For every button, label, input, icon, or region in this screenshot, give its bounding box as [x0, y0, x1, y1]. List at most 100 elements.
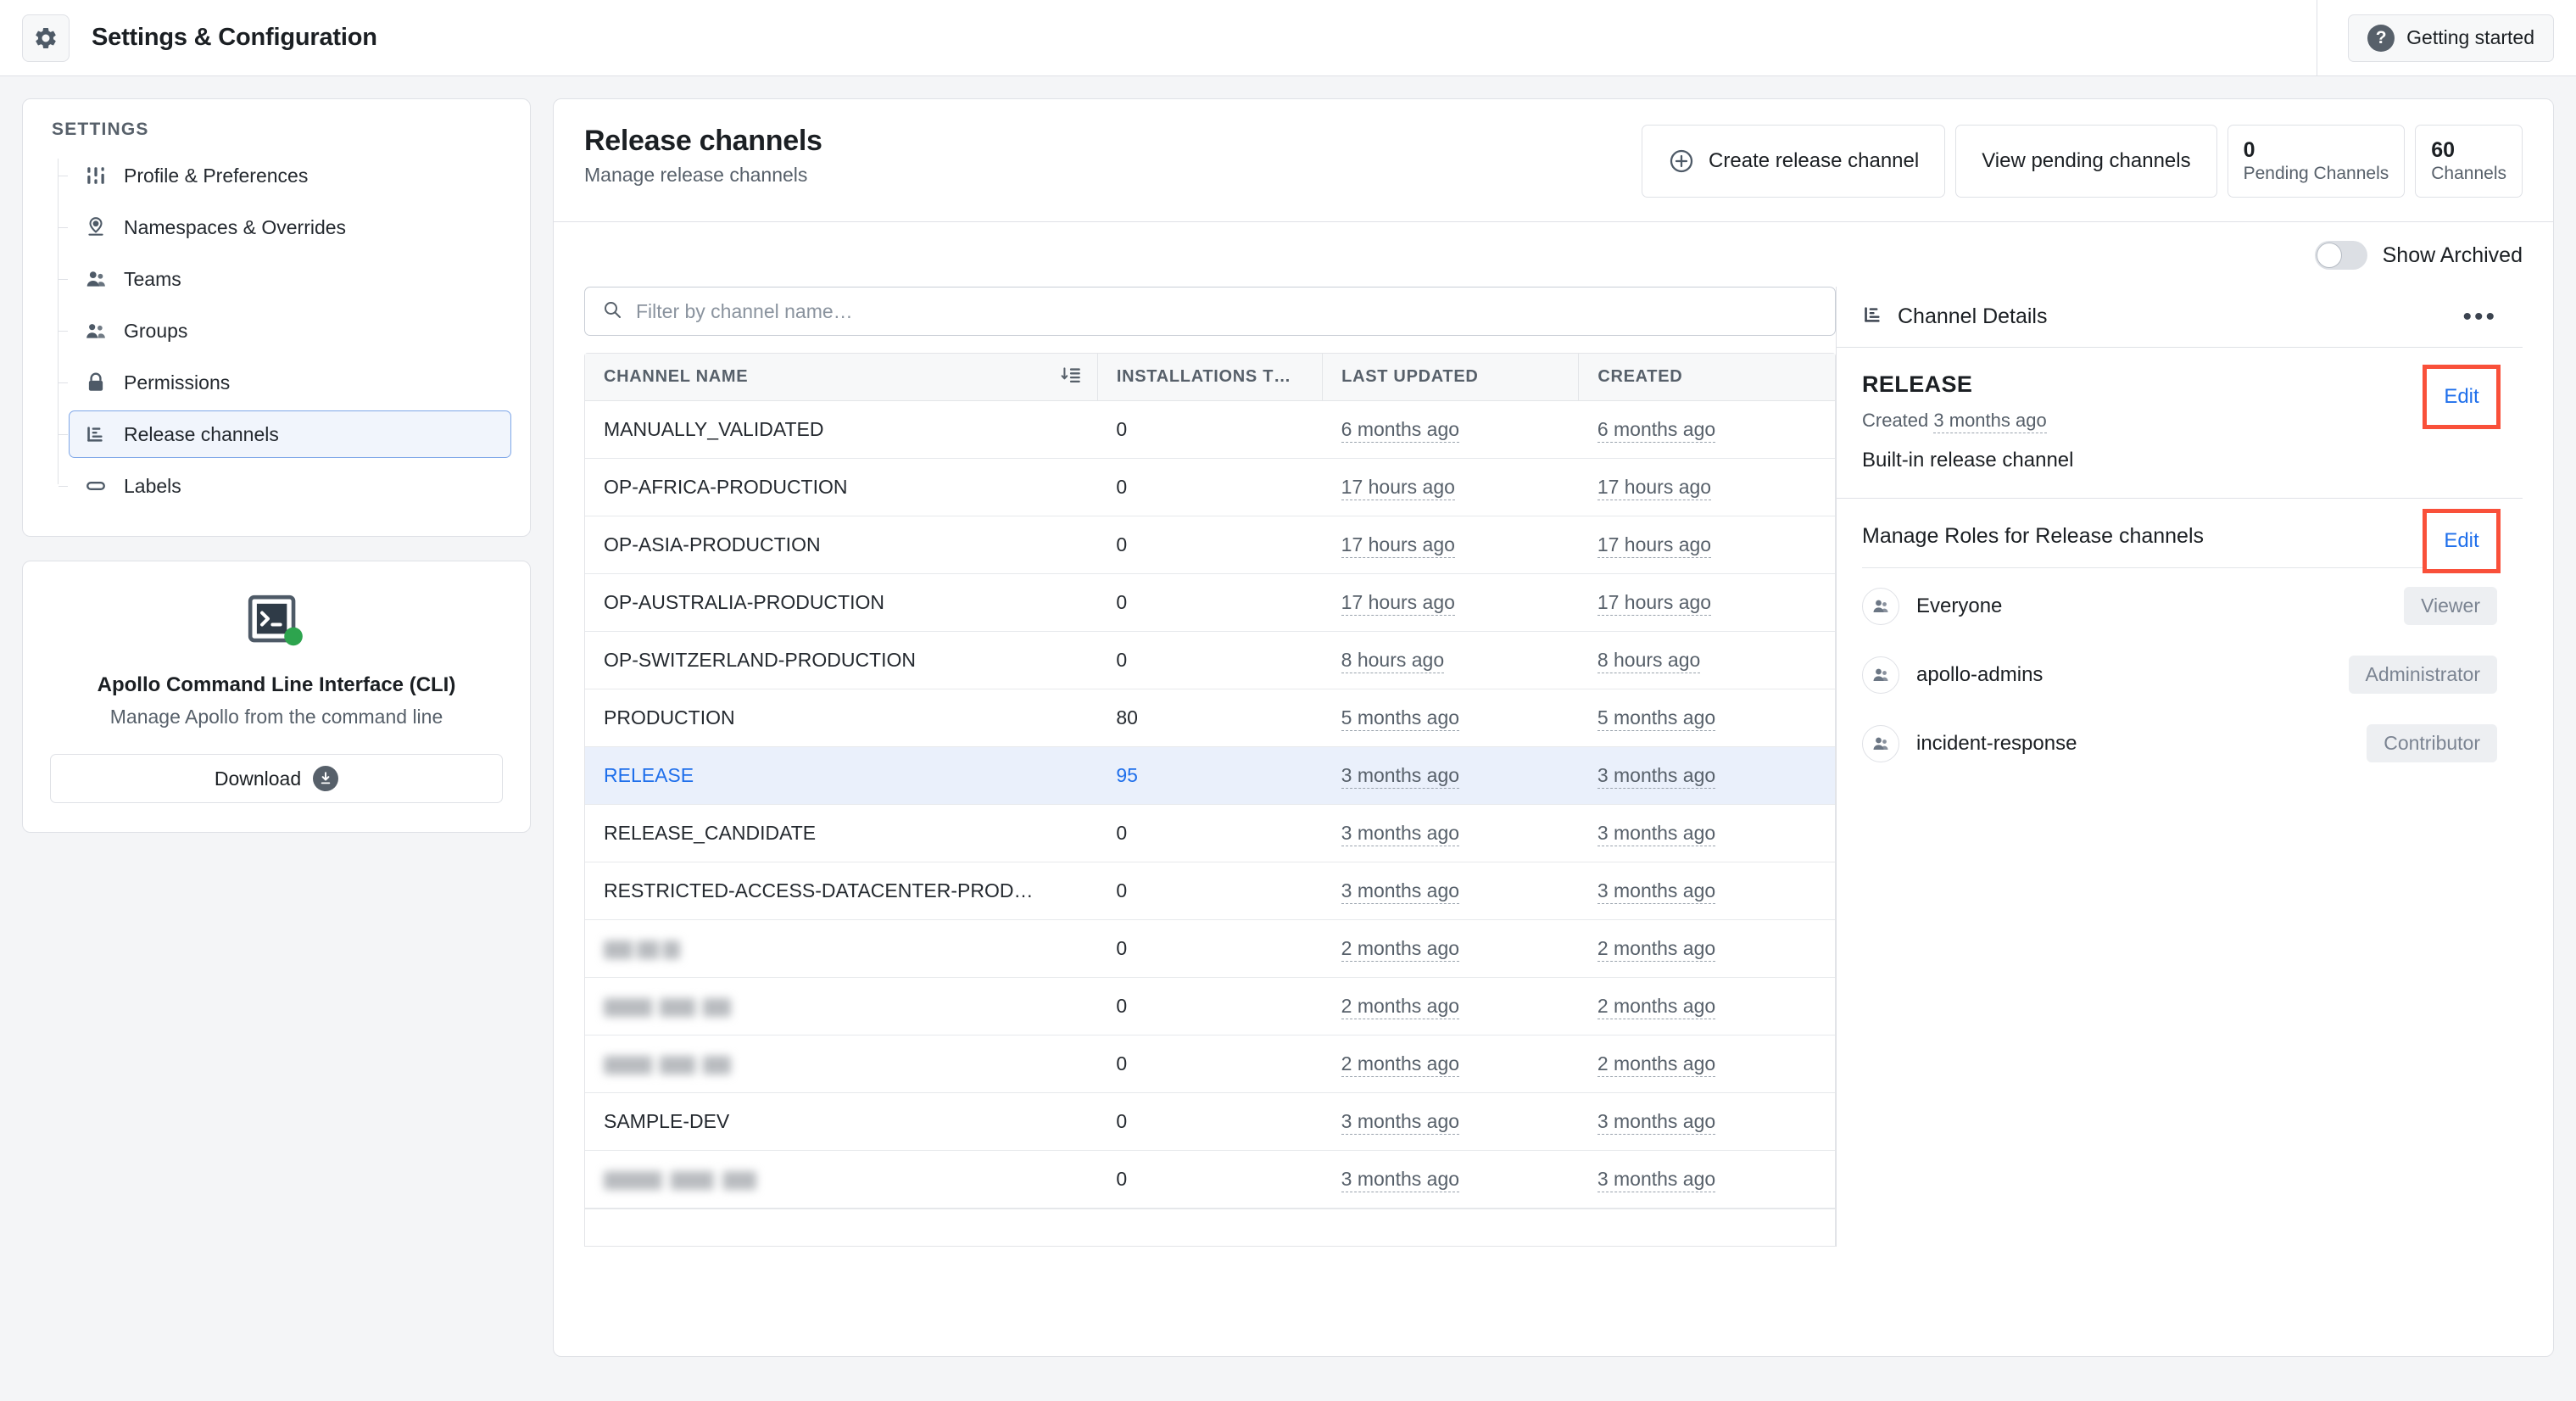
relative-timestamp[interactable]: 5 months ago	[1597, 706, 1716, 731]
relative-timestamp[interactable]: 17 hours ago	[1597, 533, 1712, 558]
header-text-block: Release channels Manage release channels	[584, 125, 1642, 187]
relative-timestamp[interactable]: 2 months ago	[1597, 937, 1716, 962]
cell-channel-name[interactable]: OP-ASIA-PRODUCTION	[585, 516, 1098, 574]
cell-channel-name[interactable]	[585, 977, 1098, 1035]
view-pending-channels-button[interactable]: View pending channels	[1955, 125, 2217, 198]
cell-channel-name[interactable]: RELEASE	[585, 746, 1098, 805]
relative-timestamp[interactable]: 2 months ago	[1597, 995, 1716, 1019]
cell-channel-name[interactable]: SAMPLE-DEV	[585, 1092, 1098, 1151]
relative-timestamp[interactable]: 2 months ago	[1341, 995, 1460, 1019]
relative-timestamp[interactable]: 3 months ago	[1341, 879, 1460, 904]
role-badge: Administrator	[2348, 656, 2497, 694]
sidebar-item-label: Teams	[124, 267, 181, 290]
table-row[interactable]: RESTRICTED-ACCESS-DATACENTER-PROD… 0 3 mon…	[585, 862, 1835, 920]
relative-timestamp[interactable]: 6 months ago	[1341, 418, 1460, 443]
stat-channels[interactable]: 60 Channels	[2415, 125, 2523, 198]
edit-channel-button[interactable]: Edit	[2423, 365, 2501, 429]
sidebar-item-groups[interactable]: Groups	[59, 307, 511, 354]
show-archived-toggle[interactable]	[2314, 241, 2367, 270]
relative-timestamp[interactable]: 3 months ago	[1341, 764, 1460, 789]
cell-channel-name[interactable]	[585, 1150, 1098, 1208]
relative-timestamp[interactable]: 3 months ago	[1597, 822, 1716, 846]
cli-promo-card: Apollo Command Line Interface (CLI) Mana…	[22, 561, 531, 833]
table-row[interactable]: SAMPLE-DEV 0 3 months ago 3 months ago	[585, 1092, 1835, 1151]
cell-created: 17 hours ago	[1578, 573, 1835, 632]
cell-channel-name[interactable]	[585, 1035, 1098, 1093]
relative-timestamp[interactable]: 3 months ago	[1341, 1168, 1460, 1192]
edit-roles-button[interactable]: Edit	[2423, 509, 2501, 573]
relative-timestamp[interactable]: 8 hours ago	[1597, 649, 1701, 673]
relative-timestamp[interactable]: 3 months ago	[1597, 879, 1716, 904]
relative-timestamp[interactable]: 2 months ago	[1597, 1052, 1716, 1077]
cell-channel-name[interactable]: MANUALLY_VALIDATED	[585, 401, 1098, 459]
sidebar-item-release-channels[interactable]: Release channels	[59, 410, 511, 458]
cell-installations: 0	[1097, 919, 1323, 978]
relative-timestamp[interactable]: 17 hours ago	[1341, 476, 1455, 500]
relative-timestamp[interactable]: 5 months ago	[1341, 706, 1460, 731]
cell-channel-name[interactable]: RELEASE_CANDIDATE	[585, 804, 1098, 862]
column-header-installations[interactable]: INSTALLATIONS TRAC…	[1097, 354, 1324, 401]
cell-channel-name[interactable]: OP-AUSTRALIA-PRODUCTION	[585, 573, 1098, 632]
stat-pending-channels[interactable]: 0 Pending Channels	[2227, 125, 2406, 198]
relative-timestamp[interactable]: 3 months ago	[1341, 822, 1460, 846]
column-header-channel-name[interactable]: CHANNEL NAME	[585, 354, 1098, 401]
help-icon: ?	[2367, 24, 2395, 52]
table-scroll-area[interactable]: MANUALLY_VALIDATED 0 6 months ago 6 months …	[585, 401, 1835, 1208]
create-release-channel-button[interactable]: Create release channel	[1642, 125, 1946, 198]
relative-timestamp[interactable]: 3 months ago	[1341, 1110, 1460, 1135]
table-row[interactable]: OP-AUSTRALIA-PRODUCTION 0 17 hours ago 17 h…	[585, 573, 1835, 632]
column-header-created[interactable]: CREATED	[1578, 354, 1835, 401]
relative-timestamp[interactable]: 17 hours ago	[1597, 591, 1712, 616]
sidebar-item-namespaces-overrides[interactable]: Namespaces & Overrides	[59, 204, 511, 251]
table-row[interactable]: OP-AFRICA-PRODUCTION 0 17 hours ago 17 hour…	[585, 458, 1835, 516]
relative-timestamp[interactable]: 2 months ago	[1341, 1052, 1460, 1077]
download-button[interactable]: Download	[50, 754, 503, 803]
cell-channel-name[interactable]: PRODUCTION	[585, 689, 1098, 747]
cell-last-updated: 3 months ago	[1322, 1150, 1579, 1208]
table-row[interactable]: MANUALLY_VALIDATED 0 6 months ago 6 months …	[585, 401, 1835, 459]
search-input[interactable]	[636, 299, 1818, 323]
gear-icon-box[interactable]	[22, 14, 70, 62]
column-header-last-updated[interactable]: LAST UPDATED	[1322, 354, 1580, 401]
sidebar-item-teams[interactable]: Teams	[59, 255, 511, 303]
toggle-knob	[2316, 243, 2342, 268]
relative-timestamp[interactable]: 3 months ago	[1597, 1168, 1716, 1192]
terminal-icon	[248, 594, 303, 646]
getting-started-button[interactable]: ? Getting started	[2348, 14, 2554, 62]
sort-descending-icon[interactable]	[1060, 364, 1082, 391]
section-title: Release channels	[584, 125, 822, 157]
table-row[interactable]: 0 3 months ago 3 months ago	[585, 1150, 1835, 1208]
channel-details-pane: Channel Details ••• RELEASE Created 3 mo…	[1836, 287, 2523, 1247]
sidebar-item-permissions[interactable]: Permissions	[59, 359, 511, 406]
group-people-icon	[83, 318, 109, 343]
ellipsis-icon[interactable]: •••	[2462, 304, 2497, 329]
relative-timestamp[interactable]: 6 months ago	[1597, 418, 1716, 443]
table-row[interactable]: PRODUCTION 80 5 months ago 5 months ago	[585, 689, 1835, 747]
search-box[interactable]	[584, 287, 1836, 336]
cell-channel-name[interactable]: RESTRICTED-ACCESS-DATACENTER-PROD…	[585, 862, 1098, 920]
table-row[interactable]: RELEASE 95 3 months ago 3 months ago	[585, 746, 1835, 805]
cell-last-updated: 3 months ago	[1322, 1092, 1579, 1151]
table-row[interactable]: OP-ASIA-PRODUCTION 0 17 hours ago 17 hours …	[585, 516, 1835, 574]
relative-timestamp[interactable]: 3 months ago	[1597, 764, 1716, 789]
table-row[interactable]: 0 2 months ago 2 months ago	[585, 919, 1835, 978]
sidebar-item-profile-preferences[interactable]: Profile & Preferences	[59, 152, 511, 199]
table-row[interactable]: RELEASE_CANDIDATE 0 3 months ago 3 months a…	[585, 804, 1835, 862]
cell-last-updated: 2 months ago	[1322, 977, 1579, 1035]
people-avatar-icon	[1862, 587, 1899, 625]
relative-timestamp[interactable]: 8 hours ago	[1341, 649, 1445, 673]
sidebar-item-label: Groups	[124, 319, 188, 342]
cell-channel-name[interactable]: OP-AFRICA-PRODUCTION	[585, 458, 1098, 516]
relative-timestamp[interactable]: 17 hours ago	[1341, 533, 1455, 558]
cell-installations: 0	[1097, 1092, 1323, 1151]
relative-timestamp[interactable]: 2 months ago	[1341, 937, 1460, 962]
sidebar-item-labels[interactable]: Labels	[59, 462, 511, 510]
table-row[interactable]: OP-SWITZERLAND-PRODUCTION 0 8 hours ago 8 h…	[585, 631, 1835, 689]
table-row[interactable]: 0 2 months ago 2 months ago	[585, 1035, 1835, 1093]
relative-timestamp[interactable]: 17 hours ago	[1341, 591, 1455, 616]
table-row[interactable]: 0 2 months ago 2 months ago	[585, 977, 1835, 1035]
relative-timestamp[interactable]: 3 months ago	[1597, 1110, 1716, 1135]
cell-channel-name[interactable]	[585, 919, 1098, 978]
relative-timestamp[interactable]: 17 hours ago	[1597, 476, 1712, 500]
cell-channel-name[interactable]: OP-SWITZERLAND-PRODUCTION	[585, 631, 1098, 689]
